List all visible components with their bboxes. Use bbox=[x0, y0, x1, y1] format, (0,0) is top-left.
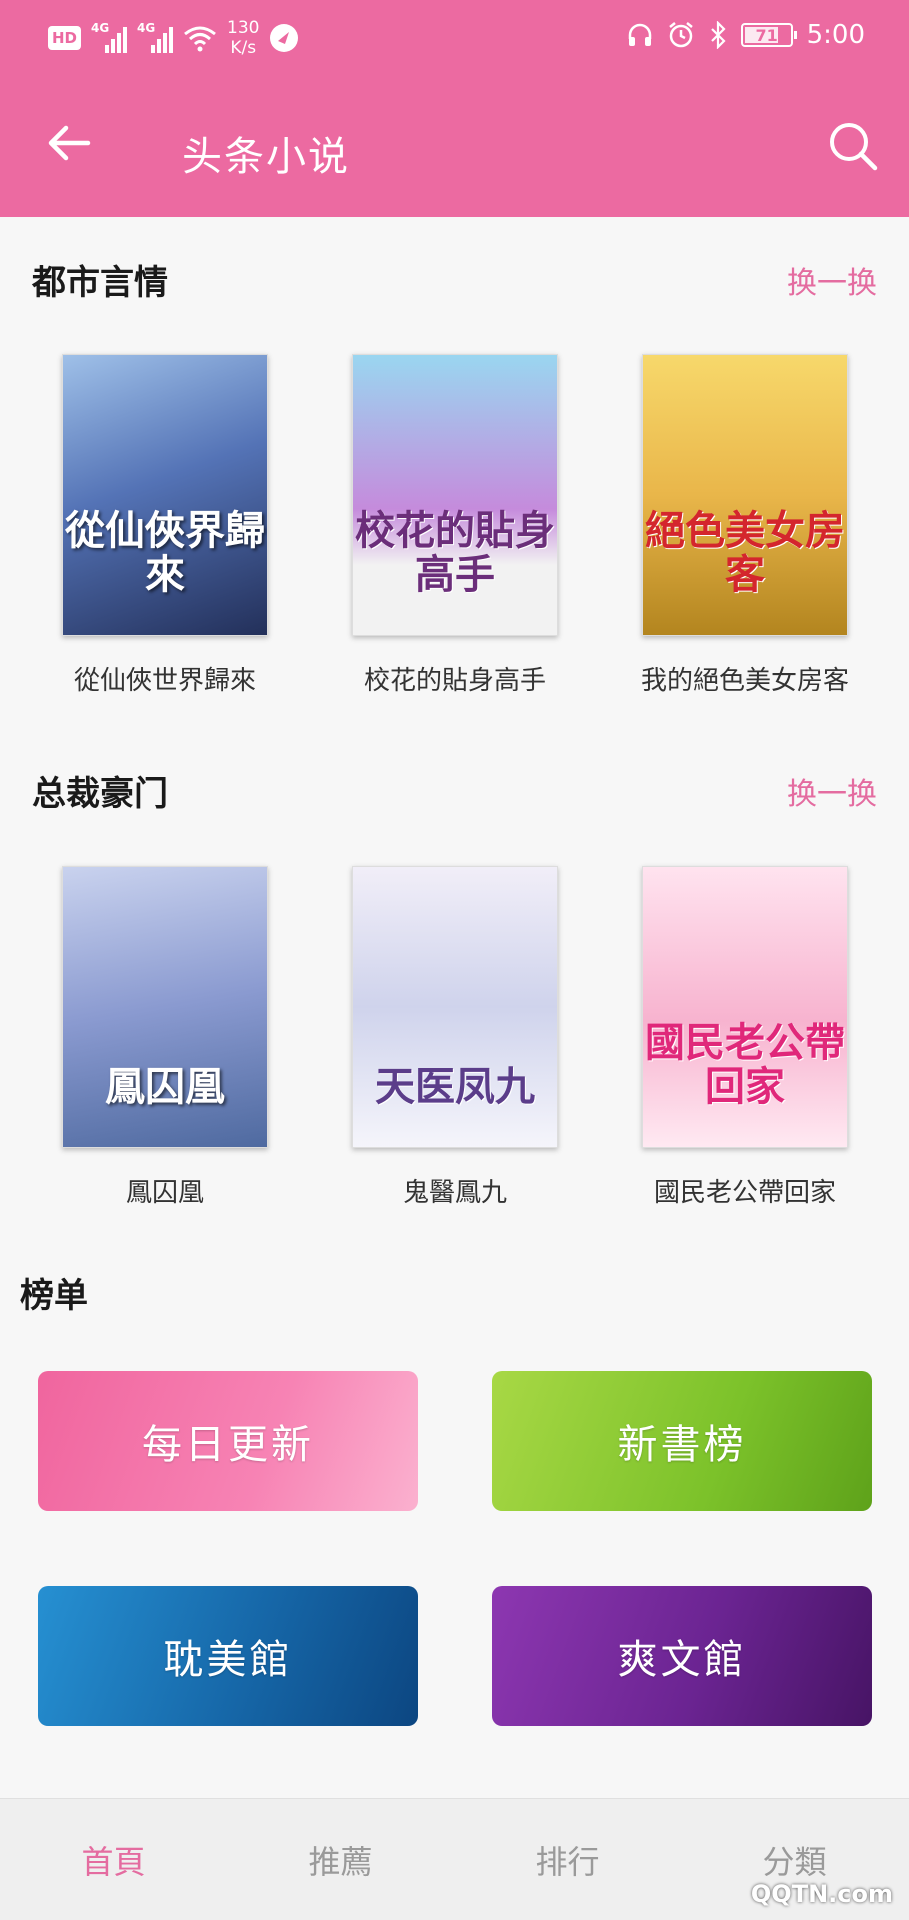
book-item[interactable]: 校花的貼身高手 校花的貼身高手 bbox=[352, 354, 558, 697]
clock: 5:00 bbox=[806, 20, 865, 50]
book-title: 鬼醫鳳九 bbox=[402, 1178, 507, 1208]
book-cover[interactable]: 國民老公帶回家 bbox=[642, 866, 848, 1148]
refresh-button[interactable]: 换一换 bbox=[787, 258, 877, 302]
card-label: 耽美館 bbox=[163, 1637, 293, 1683]
ranking-title: 榜单 bbox=[20, 1276, 88, 1316]
cover-title: 國民老公帶回家 bbox=[645, 1020, 845, 1110]
alarm-icon bbox=[668, 22, 693, 48]
shuangwen-hall-card[interactable]: 爽文館 bbox=[492, 1586, 872, 1726]
cover-title: 鳳囚凰 bbox=[105, 1064, 225, 1110]
book-title: 我的絕色美女房客 bbox=[640, 666, 849, 696]
book-cover[interactable]: 鳳囚凰 bbox=[62, 866, 268, 1148]
card-label: 新書榜 bbox=[617, 1422, 747, 1468]
headphones-icon bbox=[628, 23, 651, 46]
status-bar: HD 4G 4G 130 K/s 71 5:00 bbox=[0, 0, 909, 80]
hd-badge: HD bbox=[48, 26, 82, 50]
book-cover[interactable]: 從仙俠界歸來 bbox=[62, 354, 268, 636]
tab-ranking[interactable]: 排行 bbox=[454, 1799, 681, 1920]
app-header: HD 4G 4G 130 K/s 71 5:00 头条小说 bbox=[0, 0, 909, 217]
book-cover[interactable]: 天医凤九 bbox=[352, 866, 558, 1148]
book-title: 國民老公帶回家 bbox=[653, 1178, 836, 1208]
signal-icon: 4G bbox=[91, 21, 128, 53]
book-item[interactable]: 天医凤九 鬼醫鳳九 bbox=[352, 866, 558, 1209]
search-icon[interactable] bbox=[827, 120, 879, 172]
refresh-button[interactable]: 换一换 bbox=[787, 769, 877, 813]
cover-title: 校花的貼身高手 bbox=[355, 508, 555, 598]
network-speed: 130 K/s bbox=[227, 18, 260, 58]
book-title: 從仙俠世界歸來 bbox=[73, 666, 256, 696]
section-title: 都市言情 bbox=[32, 263, 168, 303]
bottom-nav: 首頁 推薦 排行 分類 QQTN.com bbox=[0, 1798, 909, 1920]
book-title: 校花的貼身高手 bbox=[363, 666, 546, 696]
page-title: 头条小说 bbox=[182, 134, 350, 180]
arrow-left-icon[interactable] bbox=[44, 118, 94, 168]
section-title: 总裁豪门 bbox=[32, 774, 168, 814]
book-cover[interactable]: 絕色美女房客 bbox=[642, 354, 848, 636]
new-books-card[interactable]: 新書榜 bbox=[492, 1371, 872, 1511]
cover-title: 天医凤九 bbox=[375, 1064, 535, 1110]
book-item[interactable]: 絕色美女房客 我的絕色美女房客 bbox=[641, 354, 849, 697]
card-label: 爽文館 bbox=[617, 1637, 747, 1683]
signal-icon-2: 4G bbox=[137, 21, 174, 53]
book-item[interactable]: 從仙俠界歸來 從仙俠世界歸來 bbox=[62, 354, 268, 697]
battery-icon: 71 bbox=[740, 23, 797, 47]
watermark: QQTN.com bbox=[750, 1880, 893, 1908]
bluetooth-icon bbox=[710, 21, 726, 49]
card-label: 每日更新 bbox=[142, 1422, 314, 1468]
book-title: 鳳囚凰 bbox=[125, 1178, 204, 1208]
daily-update-card[interactable]: 每日更新 bbox=[38, 1371, 418, 1511]
cover-title: 從仙俠界歸來 bbox=[65, 508, 265, 598]
tab-recommend[interactable]: 推薦 bbox=[227, 1799, 454, 1920]
book-item[interactable]: 鳳囚凰 鳳囚凰 bbox=[62, 866, 268, 1209]
bl-hall-card[interactable]: 耽美館 bbox=[38, 1586, 418, 1726]
app-notification-icon bbox=[270, 24, 299, 52]
wifi-icon bbox=[184, 26, 216, 52]
book-cover[interactable]: 校花的貼身高手 bbox=[352, 354, 558, 636]
cover-title: 絕色美女房客 bbox=[645, 508, 845, 598]
book-item[interactable]: 國民老公帶回家 國民老公帶回家 bbox=[642, 866, 848, 1209]
tab-home[interactable]: 首頁 bbox=[0, 1799, 227, 1920]
